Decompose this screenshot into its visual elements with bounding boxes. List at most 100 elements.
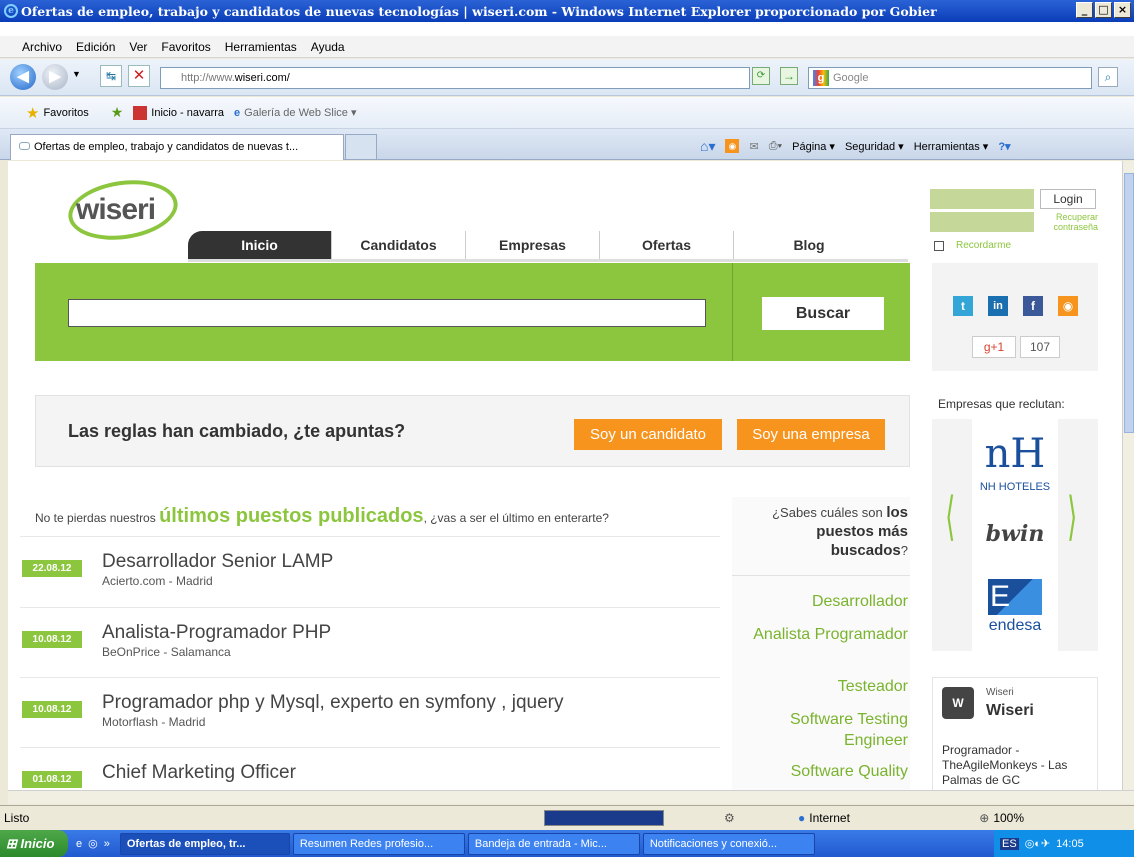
- quicklaunch-more-icon[interactable]: »: [104, 838, 110, 850]
- maximize-button[interactable]: □: [1095, 2, 1112, 18]
- job-company: BeOnPrice - Salamanca: [102, 645, 231, 659]
- endesa-logo-text: endesa: [988, 617, 1042, 634]
- job-search-input[interactable]: [68, 299, 706, 327]
- job-title[interactable]: Desarrollador Senior LAMP: [102, 551, 333, 573]
- job-title[interactable]: Analista-Programador PHP: [102, 622, 331, 644]
- stop-icon[interactable]: ✕: [128, 65, 150, 87]
- minimize-button[interactable]: _: [1076, 2, 1093, 18]
- address-field[interactable]: http://www. wiseri.com/: [160, 67, 750, 89]
- menu-ayuda[interactable]: Ayuda: [311, 40, 345, 54]
- job-company: Acierto.com - Madrid: [102, 574, 213, 588]
- search-button[interactable]: Buscar: [762, 297, 884, 330]
- help-icon[interactable]: ?▾: [998, 140, 1010, 153]
- task-notifications[interactable]: Notificaciones y conexió...: [642, 832, 815, 855]
- twitter-icon[interactable]: t: [953, 296, 973, 316]
- start-button[interactable]: ⊞ Inicio: [0, 830, 68, 857]
- menu-edicion[interactable]: Edición: [76, 40, 115, 54]
- nav-candidatos[interactable]: Candidatos: [332, 231, 466, 259]
- menu-bar: Archivo Edición Ver Favoritos Herramient…: [0, 36, 1134, 58]
- job-item[interactable]: 10.08.12 Analista-Programador PHP BeOnPr…: [8, 608, 712, 678]
- security-menu[interactable]: Seguridad ▾: [845, 140, 904, 153]
- search-icon[interactable]: ⌕: [1098, 67, 1118, 87]
- system-tray: ES ◎◐✈ 14:05: [994, 830, 1134, 857]
- carousel-prev-icon[interactable]: ⟨: [945, 491, 955, 543]
- popular-link[interactable]: Desarrollador: [738, 591, 908, 612]
- tray-icons[interactable]: ◎◐✈: [1025, 837, 1050, 850]
- rss-feed-icon[interactable]: ◉: [725, 139, 740, 153]
- job-title[interactable]: Chief Marketing Officer: [102, 762, 296, 784]
- google-plus-button[interactable]: g+1: [972, 336, 1016, 358]
- tools-menu[interactable]: Herramientas ▾: [914, 140, 989, 153]
- zoom-icon[interactable]: ⊕: [979, 811, 989, 825]
- compat-view-icon[interactable]: ↹: [100, 65, 122, 87]
- quicklaunch-outlook-icon[interactable]: ◎: [88, 837, 98, 850]
- login-button[interactable]: Login: [1040, 189, 1096, 209]
- quicklaunch-ie-icon[interactable]: e: [76, 838, 82, 850]
- nav-ofertas[interactable]: Ofertas: [600, 231, 734, 259]
- fav-inicio-navarra[interactable]: Inicio - navarra: [151, 107, 224, 119]
- company-button[interactable]: Soy una empresa: [737, 419, 885, 450]
- rss-icon[interactable]: ◉: [1058, 296, 1078, 316]
- nav-empresas[interactable]: Empresas: [466, 231, 600, 259]
- recover-password-link[interactable]: Recuperar contraseña: [1038, 212, 1098, 232]
- remember-checkbox[interactable]: [934, 241, 944, 251]
- nav-inicio[interactable]: Inicio: [188, 231, 332, 259]
- facebook-icon[interactable]: f: [1023, 296, 1043, 316]
- password-input[interactable]: [930, 212, 1034, 232]
- site-logo[interactable]: wiseri: [76, 193, 156, 227]
- refresh-icon[interactable]: ⟳: [752, 67, 770, 85]
- add-favorite-icon[interactable]: ★: [111, 104, 124, 121]
- menu-archivo[interactable]: Archivo: [22, 40, 62, 54]
- navarra-page-icon: [133, 105, 148, 120]
- print-icon[interactable]: ⎙▾: [769, 140, 782, 153]
- zoom-level[interactable]: 100%: [993, 811, 1024, 825]
- mail-icon[interactable]: ✉: [749, 140, 758, 153]
- search-box[interactable]: g Google: [808, 67, 1092, 89]
- vertical-scrollbar[interactable]: [1122, 161, 1134, 790]
- back-button[interactable]: ◀: [10, 64, 36, 90]
- search-divider: [732, 263, 733, 361]
- job-item[interactable]: 01.08.12 Chief Marketing Officer: [8, 748, 712, 790]
- forward-button[interactable]: ▶: [42, 64, 68, 90]
- jobs-intro: No te pierdas nuestros últimos puestos p…: [35, 505, 609, 528]
- popular-link[interactable]: Software Testing Engineer: [738, 709, 908, 751]
- fav-web-slice[interactable]: Galería de Web Slice ▾: [244, 106, 356, 119]
- job-item[interactable]: 22.08.12 Desarrollador Senior LAMP Acier…: [8, 537, 712, 607]
- task-outlook[interactable]: Bandeja de entrada - Mic...: [467, 832, 640, 855]
- remember-label: Recordarme: [956, 240, 1012, 251]
- favorites-star-icon: ★: [26, 104, 40, 122]
- carousel-next-icon[interactable]: ⟩: [1067, 491, 1077, 543]
- close-window-button[interactable]: ×: [1114, 2, 1131, 18]
- menu-ver[interactable]: Ver: [129, 40, 147, 54]
- popular-link[interactable]: Software Quality: [738, 761, 908, 782]
- home-icon[interactable]: ⌂▾: [700, 138, 715, 155]
- language-indicator[interactable]: ES: [1000, 837, 1019, 850]
- horizontal-scrollbar[interactable]: [8, 790, 1134, 804]
- menu-herramientas[interactable]: Herramientas: [225, 40, 297, 54]
- task-word[interactable]: Resumen Redes profesio...: [292, 832, 465, 855]
- tab-active[interactable]: Ofertas de empleo, trabajo y candidatos …: [10, 134, 344, 160]
- page-menu[interactable]: Página ▾: [792, 140, 835, 153]
- nav-blog[interactable]: Blog: [734, 231, 884, 259]
- new-tab-button[interactable]: [345, 134, 377, 159]
- protected-mode-icon: ⚙: [724, 810, 735, 825]
- history-dropdown-icon[interactable]: ▼: [72, 69, 81, 79]
- popular-link[interactable]: Testeador: [738, 676, 908, 697]
- widget-text[interactable]: Programador - TheAgileMonkeys - Las Palm…: [942, 743, 1092, 788]
- username-input[interactable]: [930, 189, 1034, 209]
- task-ie[interactable]: Ofertas de empleo, tr...: [119, 832, 290, 855]
- menu-favoritos[interactable]: Favoritos: [161, 40, 210, 54]
- scroll-thumb[interactable]: [1124, 173, 1134, 433]
- widget-name[interactable]: Wiseri: [986, 702, 1034, 720]
- widget-small-label: Wiseri: [986, 687, 1014, 698]
- candidate-button[interactable]: Soy un candidato: [574, 419, 722, 450]
- favorites-button[interactable]: Favoritos: [43, 107, 88, 119]
- popular-link[interactable]: Analista Programador: [738, 624, 908, 645]
- job-title[interactable]: Programador php y Mysql, experto en symf…: [102, 692, 563, 714]
- linkedin-icon[interactable]: in: [988, 296, 1008, 316]
- status-text: Listo: [4, 810, 30, 825]
- job-date: 10.08.12: [22, 701, 82, 718]
- go-icon[interactable]: →: [780, 67, 798, 85]
- job-item[interactable]: 10.08.12 Programador php y Mysql, expert…: [8, 678, 712, 748]
- progress-bar: [544, 809, 664, 826]
